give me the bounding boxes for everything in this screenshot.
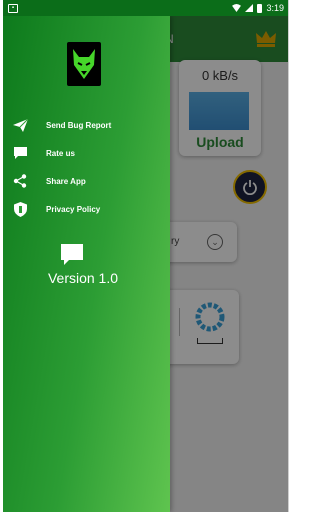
- battery-icon: [257, 3, 263, 13]
- navigation-drawer: Send Bug Report Rate us Share App Privac…: [3, 16, 170, 512]
- menu-item-label: Rate us: [46, 148, 75, 158]
- menu-item-rate-us[interactable]: Rate us: [3, 141, 170, 165]
- chat-bubble-icon: [61, 244, 83, 265]
- menu-item-label: Send Bug Report: [46, 120, 112, 130]
- menu-item-share-app[interactable]: Share App: [3, 169, 170, 193]
- menu-item-privacy-policy[interactable]: Privacy Policy: [3, 197, 170, 221]
- menu-item-send-bug-report[interactable]: Send Bug Report: [3, 113, 170, 137]
- signal-icon: [245, 4, 254, 12]
- menu-item-label: Privacy Policy: [46, 204, 101, 214]
- menu-item-label: Share App: [46, 176, 86, 186]
- chat-bubble-icon: [12, 145, 28, 161]
- share-icon: [12, 173, 28, 189]
- wifi-icon: [232, 4, 242, 12]
- version-text: Version 1.0: [47, 270, 119, 286]
- status-bar-right: 3:19: [232, 3, 284, 13]
- notification-icon: ▪: [8, 3, 18, 13]
- shield-icon: [12, 201, 28, 217]
- screen: ▪ 3:19 N 0 kB/s Upload: [3, 0, 289, 512]
- wolf-logo-icon: [67, 42, 101, 86]
- status-bar: ▪ 3:19: [3, 0, 288, 16]
- send-icon: [12, 117, 28, 133]
- status-time: 3:19: [266, 3, 284, 13]
